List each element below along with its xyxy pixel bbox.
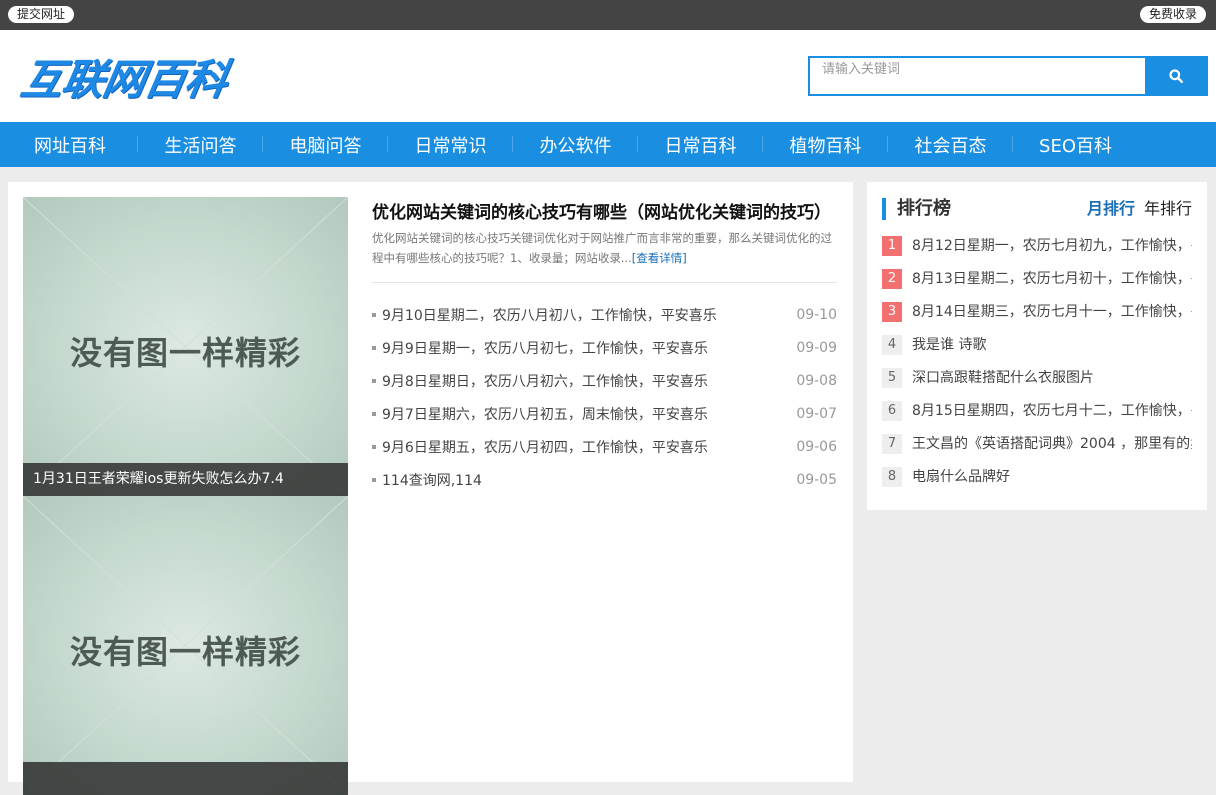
news-item[interactable]: 9月7日星期六，农历八月初五，周末愉快，平安喜乐 09-07: [372, 397, 837, 430]
nav-item-plant-wiki[interactable]: 植物百科: [763, 132, 888, 158]
search-icon: [1168, 69, 1183, 83]
tab-monthly-ranking[interactable]: 月排行: [1087, 198, 1135, 220]
rank-number: 4: [882, 335, 902, 355]
ranking-item-title[interactable]: 我是谁 诗歌: [912, 335, 1192, 355]
news-title[interactable]: 9月6日星期五，农历八月初四，工作愉快，平安喜乐: [382, 437, 786, 457]
nav-item-office-software[interactable]: 办公软件: [513, 132, 638, 158]
submit-url-link[interactable]: 提交网址: [8, 6, 75, 23]
title-accent-bar: [882, 198, 886, 220]
news-item[interactable]: 114查询网,114 09-05: [372, 463, 837, 496]
news-item[interactable]: 9月10日星期二，农历八月初八，工作愉快，平安喜乐 09-10: [372, 298, 837, 331]
free-indexing-link[interactable]: 免费收录: [1139, 6, 1206, 23]
search-box: [808, 56, 1208, 96]
rank-number: 2: [882, 269, 902, 289]
rank-number: 5: [882, 368, 902, 388]
main-nav: 网址百科 生活问答 电脑问答 日常常识 办公软件 日常百科 植物百科 社会百态 …: [0, 122, 1216, 167]
ranking-item-title[interactable]: 8月13日星期二，农历七月初十，工作愉快，平安喜乐: [912, 269, 1192, 289]
divider: [372, 282, 837, 283]
ranking-header: 排行榜 月排行 年排行: [882, 198, 1192, 220]
bullet-icon: [372, 444, 376, 449]
rank-number: 7: [882, 434, 902, 454]
news-date: 09-09: [796, 339, 837, 356]
bullet-icon: [372, 312, 376, 317]
nav-item-life-qa[interactable]: 生活问答: [138, 132, 263, 158]
featured-thumbnail[interactable]: 没有图一样精彩: [23, 496, 348, 795]
ranking-item[interactable]: 4 我是谁 诗歌: [882, 335, 1192, 368]
ranking-item[interactable]: 2 8月13日星期二，农历七月初十，工作愉快，平安喜乐: [882, 269, 1192, 302]
thumbnail-caption[interactable]: 1月31日王者荣耀ios更新失败怎么办7.4: [23, 463, 348, 496]
ranking-item-title[interactable]: 王文昌的《英语搭配词典》2004 ，那里有的卖: [912, 434, 1192, 454]
nav-item-society[interactable]: 社会百态: [888, 132, 1013, 158]
site-logo[interactable]: 互联网百科: [17, 46, 233, 107]
news-item[interactable]: 9月9日星期一，农历八月初七，工作愉快，平安喜乐 09-09: [372, 331, 837, 364]
news-item[interactable]: 9月6日星期五，农历八月初四，工作愉快，平安喜乐 09-06: [372, 430, 837, 463]
nav-item-seo-wiki[interactable]: SEO百科: [1013, 132, 1138, 158]
ranking-item[interactable]: 7 王文昌的《英语搭配词典》2004 ，那里有的卖: [882, 434, 1192, 467]
feature-summary-text: 优化网站关键词的核心技巧关键词优化对于网站推广而言非常的重要，那么关键词优化的过…: [372, 231, 832, 265]
rank-number: 8: [882, 467, 902, 487]
featured-thumbnail[interactable]: 没有图一样精彩 1月31日王者荣耀ios更新失败怎么办7.4: [23, 197, 348, 496]
ranking-item-title[interactable]: 8月15日星期四，农历七月十二，工作愉快，平安喜乐: [912, 401, 1192, 421]
nav-item-computer-qa[interactable]: 电脑问答: [263, 132, 388, 158]
news-title[interactable]: 114查询网,114: [382, 470, 786, 490]
header: 互联网百科: [0, 30, 1216, 122]
main-content: 没有图一样精彩 1月31日王者荣耀ios更新失败怎么办7.4 没有图一样精彩 优…: [8, 182, 853, 795]
news-title[interactable]: 9月8日星期日，农历八月初六，工作愉快，平安喜乐: [382, 371, 786, 391]
bullet-icon: [372, 411, 376, 416]
ranking-title: 排行榜: [897, 198, 951, 219]
thumbnail-caption[interactable]: [23, 762, 348, 795]
news-date: 09-06: [796, 438, 837, 455]
search-button[interactable]: [1145, 58, 1206, 94]
news-title[interactable]: 9月10日星期二，农历八月初八，工作愉快，平安喜乐: [382, 305, 786, 325]
nav-item-url-wiki[interactable]: 网址百科: [0, 132, 138, 158]
ranking-list: 1 8月12日星期一，农历七月初九，工作愉快，平安喜乐 2 8月13日星期二，农…: [882, 236, 1192, 500]
news-date: 09-07: [796, 405, 837, 422]
ranking-item-title[interactable]: 8月14日星期三，农历七月十一，工作愉快，平安喜乐: [912, 302, 1192, 322]
no-image-text: 没有图一样精彩: [69, 633, 301, 671]
top-bar: 提交网址 免费收录: [0, 0, 1216, 30]
tab-yearly-ranking[interactable]: 年排行: [1144, 198, 1192, 220]
ranking-item[interactable]: 3 8月14日星期三，农历七月十一，工作愉快，平安喜乐: [882, 302, 1192, 335]
search-input[interactable]: [810, 58, 1147, 94]
news-title[interactable]: 9月9日星期一，农历八月初七，工作愉快，平安喜乐: [382, 338, 786, 358]
ranking-item[interactable]: 1 8月12日星期一，农历七月初九，工作愉快，平安喜乐: [882, 236, 1192, 269]
ranking-item-title[interactable]: 8月12日星期一，农历七月初九，工作愉快，平安喜乐: [912, 236, 1192, 256]
ranking-item[interactable]: 5 深口高跟鞋搭配什么衣服图片: [882, 368, 1192, 401]
rank-number: 6: [882, 401, 902, 421]
news-list: 9月10日星期二，农历八月初八，工作愉快，平安喜乐 09-10 9月9日星期一，…: [372, 298, 837, 496]
ranking-item[interactable]: 8 电扇什么品牌好: [882, 467, 1192, 500]
feature-article-title[interactable]: 优化网站关键词的核心技巧有哪些（网站优化关键词的技巧）: [372, 198, 840, 223]
feature-article-summary: 优化网站关键词的核心技巧关键词优化对于网站推广而言非常的重要，那么关键词优化的过…: [372, 228, 832, 268]
news-item[interactable]: 9月8日星期日，农历八月初六，工作愉快，平安喜乐 09-08: [372, 364, 837, 397]
news-date: 09-08: [796, 372, 837, 389]
rank-number: 3: [882, 302, 902, 322]
news-date: 09-05: [796, 471, 837, 488]
news-title[interactable]: 9月7日星期六，农历八月初五，周末愉快，平安喜乐: [382, 404, 786, 424]
ranking-item-title[interactable]: 深口高跟鞋搭配什么衣服图片: [912, 368, 1192, 388]
view-details-link[interactable]: [查看详情]: [632, 251, 687, 265]
news-date: 09-10: [796, 306, 837, 323]
bullet-icon: [372, 378, 376, 383]
ranking-item[interactable]: 6 8月15日星期四，农历七月十二，工作愉快，平安喜乐: [882, 401, 1192, 434]
ranking-item-title[interactable]: 电扇什么品牌好: [912, 467, 1192, 487]
ranking-sidebar: 排行榜 月排行 年排行 1 8月12日星期一，农历七月初九，工作愉快，平安喜乐 …: [867, 182, 1207, 510]
no-image-text: 没有图一样精彩: [69, 334, 301, 372]
bullet-icon: [372, 477, 376, 482]
rank-number: 1: [882, 236, 902, 256]
bullet-icon: [372, 345, 376, 350]
nav-item-daily-wiki[interactable]: 日常百科: [638, 132, 763, 158]
nav-item-daily-knowledge[interactable]: 日常常识: [388, 132, 513, 158]
